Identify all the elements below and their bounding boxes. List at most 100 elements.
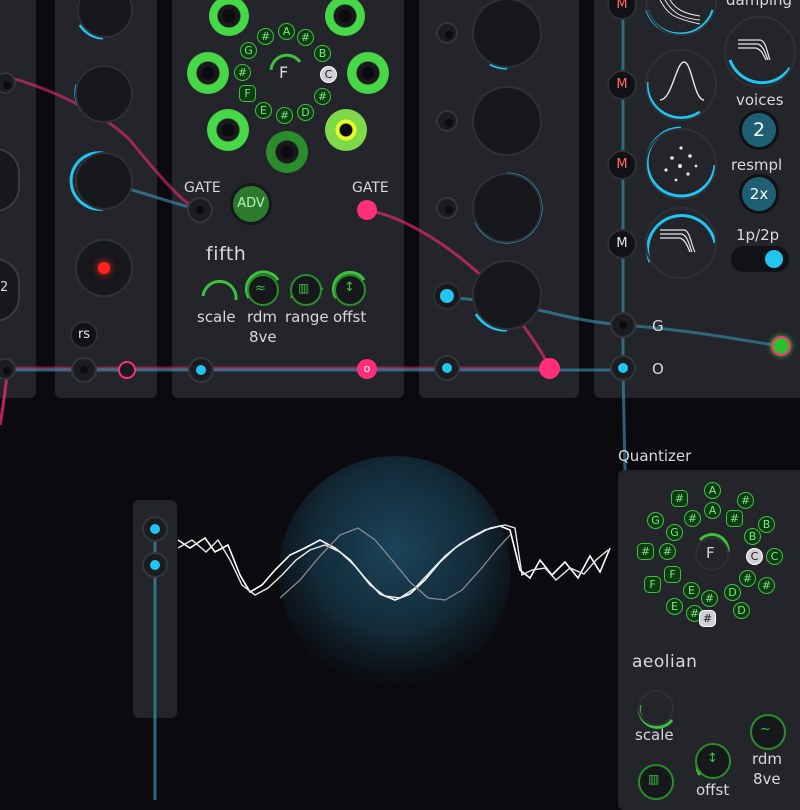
rdm-sub-label: 8ve — [249, 328, 277, 346]
rs-button[interactable]: rs — [70, 321, 98, 349]
delay-jack-2[interactable] — [436, 110, 458, 132]
delay-knob-3[interactable] — [472, 173, 542, 243]
quant-scale-name: aeolian — [632, 652, 698, 672]
quant-note-c-1[interactable]: C — [746, 548, 763, 565]
quant-scale-knob[interactable] — [638, 690, 674, 726]
quant-note-b-1[interactable]: B — [758, 516, 775, 533]
m-button-2[interactable]: M — [607, 70, 637, 100]
resmpl-selector[interactable]: 2x — [739, 174, 779, 214]
chord-out-jack[interactable]: o — [357, 359, 377, 379]
chord-note-d[interactable]: D — [297, 104, 314, 121]
chord-big-jack-4[interactable] — [347, 52, 389, 94]
resmpl-label: resmpl — [731, 156, 783, 174]
quant-note-e-2[interactable]: E — [666, 598, 683, 615]
quant-note-a-2[interactable]: A — [704, 502, 721, 519]
res-out-label: O — [652, 360, 664, 378]
delay-knob-2[interactable] — [472, 86, 542, 156]
chord-note-g[interactable]: G — [240, 42, 257, 59]
cable-resonator-right — [622, 323, 782, 348]
quant-note-a-1[interactable]: A — [704, 482, 721, 499]
vca-pink-jack[interactable] — [118, 361, 136, 379]
scale-knob[interactable] — [202, 274, 234, 306]
quant-note-sharp-8[interactable]: # — [758, 577, 775, 594]
res-knob-3[interactable] — [645, 128, 717, 200]
range-label: range — [285, 308, 329, 326]
quant-note-sharp-2[interactable]: # — [737, 492, 754, 509]
delay-out-pink-jack[interactable] — [539, 358, 560, 379]
quant-note-e-1[interactable]: E — [683, 582, 700, 599]
vca-knob-2[interactable] — [75, 65, 133, 123]
mode-toggle-thumb — [765, 250, 783, 268]
rdm-label: rdm — [247, 308, 278, 326]
vca-jack-gate[interactable] — [187, 197, 213, 223]
quant-note-sharp-9[interactable]: # — [701, 590, 718, 607]
delay-jack-1[interactable] — [436, 22, 458, 44]
chord-note-a-sharp[interactable]: # — [297, 29, 314, 46]
m-button-4[interactable]: M — [607, 229, 637, 259]
chord-big-jack-3[interactable] — [187, 52, 229, 94]
quant-scale-label: scale — [635, 726, 674, 744]
chord-root-label[interactable]: F — [279, 63, 288, 82]
chord-note-b[interactable]: B — [314, 45, 331, 62]
quant-note-g-1[interactable]: G — [647, 512, 664, 529]
quant-note-sharp-5[interactable]: # — [637, 543, 654, 560]
quant-rdm-icon: ~ — [760, 722, 771, 737]
voices-selector[interactable]: 2 — [739, 110, 779, 150]
chord-note-f[interactable]: F — [239, 85, 256, 102]
res-knob-4[interactable] — [645, 207, 717, 279]
chord-name: fifth — [206, 243, 247, 265]
chord-note-c-sharp[interactable]: # — [314, 88, 331, 105]
range-knob-icon: ▥ — [298, 281, 310, 295]
chord-note-c[interactable]: C — [320, 66, 337, 83]
m-button-3[interactable]: M — [607, 150, 637, 180]
chord-note-a[interactable]: A — [278, 23, 295, 40]
quant-note-d-2[interactable]: D — [733, 602, 750, 619]
chord-gate-pink-jack[interactable] — [357, 200, 377, 220]
scale-label: scale — [197, 308, 236, 326]
res-gate-label: G — [652, 317, 664, 335]
quant-root-label: F — [706, 544, 715, 562]
quant-note-d-1[interactable]: D — [724, 584, 741, 601]
quant-note-c-2[interactable]: C — [766, 548, 783, 565]
quant-offst-icon: ↕ — [707, 751, 718, 766]
quant-note-sharp-3[interactable]: # — [726, 510, 743, 527]
voices-label: voices — [736, 91, 784, 109]
chord-big-jack-7[interactable] — [266, 131, 308, 173]
res-gate-jack[interactable] — [610, 312, 636, 338]
damping-knob[interactable] — [724, 16, 796, 88]
chord-note-e[interactable]: E — [255, 102, 272, 119]
chord-note-d-sharp[interactable]: # — [276, 107, 293, 124]
quant-note-b-2[interactable]: B — [744, 528, 761, 545]
chord-note-f-sharp[interactable]: # — [234, 64, 251, 81]
scope-screen — [279, 456, 511, 688]
chord-note-g-sharp[interactable]: # — [257, 28, 274, 45]
chord-big-jack-6[interactable] — [325, 109, 367, 151]
vca-jack-out[interactable] — [71, 357, 97, 383]
delay-knob-1[interactable] — [472, 0, 542, 68]
quant-note-sharp-7[interactable]: # — [739, 570, 756, 587]
delay-jack-4-cyan — [440, 289, 454, 303]
quant-note-sharp-11[interactable]: # — [699, 610, 716, 627]
quant-note-f-2[interactable]: F — [664, 566, 681, 583]
vca-knob-3[interactable] — [75, 152, 133, 210]
adv-button[interactable]: ADV — [230, 183, 272, 225]
quant-note-f-1[interactable]: F — [644, 576, 661, 593]
rdm-knob-icon: ≈ — [255, 281, 266, 296]
delay-knob-4[interactable] — [472, 260, 542, 330]
quant-rdm-sub: 8ve — [753, 770, 781, 788]
quant-range-icon: ▥ — [648, 772, 660, 786]
res-knob-2[interactable] — [645, 49, 717, 121]
delay-jack-3[interactable] — [436, 197, 458, 219]
chord-gate-right-label: GATE — [352, 180, 389, 196]
offst-label: offst — [333, 308, 367, 326]
quant-note-g-2[interactable]: G — [666, 524, 683, 541]
res-right-green-jack[interactable] — [771, 336, 791, 356]
vca-red-led — [98, 262, 110, 274]
quant-note-sharp-4[interactable]: # — [684, 510, 701, 527]
scope-in-jack-2-cyan — [150, 560, 160, 570]
chord-input-jack-cyan — [196, 365, 206, 375]
chord-big-jack-5[interactable] — [207, 109, 249, 151]
mode-label: 1p/2p — [736, 226, 780, 244]
quant-note-sharp-6[interactable]: # — [659, 543, 676, 560]
quant-note-sharp-1[interactable]: # — [671, 490, 688, 507]
